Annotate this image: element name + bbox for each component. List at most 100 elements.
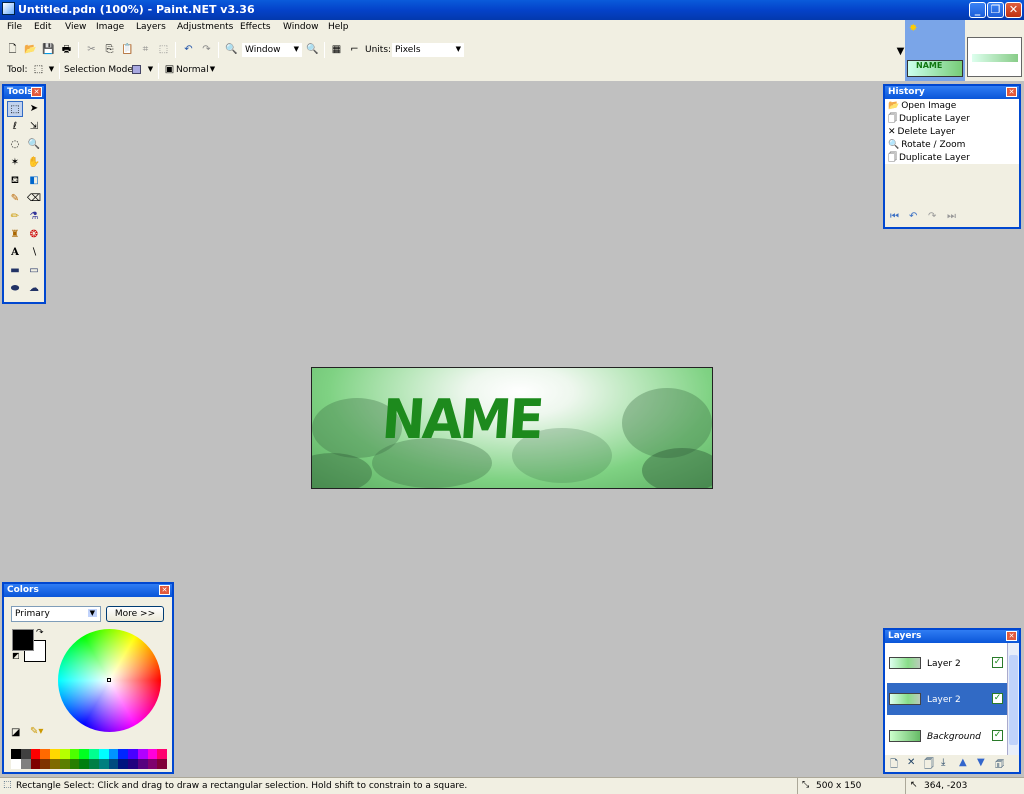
- paste-icon[interactable]: 📋: [120, 42, 135, 57]
- palette-swatch[interactable]: [89, 749, 99, 759]
- layer-visibility-checkbox[interactable]: ✓: [992, 657, 1003, 668]
- chevron-down-icon[interactable]: ▼: [143, 62, 158, 77]
- close-icon[interactable]: ✕: [1006, 87, 1017, 97]
- menu-window[interactable]: Window: [283, 22, 319, 32]
- zoom-out-icon[interactable]: 🔍: [224, 42, 239, 57]
- history-item[interactable]: 🔍 Rotate / Zoom: [885, 138, 1019, 151]
- fast-forward-icon[interactable]: ⏭: [947, 211, 956, 222]
- swap-colors-icon[interactable]: ↷: [36, 628, 44, 638]
- clone-stamp-tool[interactable]: ♜: [7, 227, 23, 243]
- cut-icon[interactable]: ✂: [84, 42, 99, 57]
- menu-view[interactable]: View: [65, 22, 86, 32]
- save-icon[interactable]: 💾: [41, 42, 56, 57]
- move-layer-up-icon[interactable]: ▲: [959, 757, 967, 768]
- menu-adjustments[interactable]: Adjustments: [177, 22, 233, 32]
- paintbrush-tool[interactable]: ✎: [7, 191, 23, 207]
- magic-wand-tool[interactable]: ✶: [7, 155, 23, 171]
- palette-swatch[interactable]: [50, 759, 60, 769]
- minimize-button[interactable]: _: [969, 2, 986, 18]
- gradient-tool[interactable]: ◧: [26, 173, 42, 189]
- palette-swatch[interactable]: [157, 759, 167, 769]
- palette-swatch[interactable]: [59, 749, 70, 759]
- open-icon[interactable]: 📂: [23, 42, 38, 57]
- color-mode-dropdown[interactable]: Primary ▼: [11, 606, 101, 622]
- zoom-in-icon[interactable]: 🔍: [305, 42, 320, 57]
- grid-icon[interactable]: ▦: [329, 42, 344, 57]
- palette-swatch[interactable]: [89, 759, 99, 769]
- ellipse-tool[interactable]: ⬬: [7, 281, 23, 297]
- palette-swatch[interactable]: [59, 759, 70, 769]
- menu-effects[interactable]: Effects: [240, 22, 271, 32]
- scrollbar-thumb[interactable]: [1009, 655, 1018, 745]
- layer-row[interactable]: Layer 2 ✓: [887, 647, 1007, 679]
- palette-swatch[interactable]: [128, 759, 138, 769]
- selection-mode-icon[interactable]: [132, 65, 141, 74]
- palette-swatch[interactable]: [11, 759, 21, 769]
- close-icon[interactable]: ✕: [1006, 631, 1017, 641]
- palette-swatch[interactable]: [50, 749, 60, 759]
- palette-swatch[interactable]: [108, 749, 119, 759]
- close-icon[interactable]: ✕: [159, 585, 170, 595]
- palette-icon[interactable]: ◪: [11, 727, 20, 738]
- history-item[interactable]: 📂 Open Image: [885, 99, 1019, 112]
- menu-help[interactable]: Help: [328, 22, 349, 32]
- palette-swatch[interactable]: [147, 759, 158, 769]
- menu-edit[interactable]: Edit: [34, 22, 51, 32]
- palette-swatch[interactable]: [30, 759, 41, 769]
- undo-icon[interactable]: ↶: [181, 42, 196, 57]
- recolor-tool[interactable]: ❂: [26, 227, 42, 243]
- palette-swatch[interactable]: [137, 759, 148, 769]
- layer-visibility-checkbox[interactable]: ✓: [992, 693, 1003, 704]
- palette-swatch[interactable]: [108, 759, 119, 769]
- palette-swatch[interactable]: [69, 759, 80, 769]
- redo-icon[interactable]: ↷: [199, 42, 214, 57]
- palette-swatch[interactable]: [20, 759, 31, 769]
- palette-swatch[interactable]: [20, 749, 31, 759]
- pencil-tool[interactable]: ✏: [7, 209, 23, 225]
- zoom-tool[interactable]: 🔍: [26, 137, 42, 153]
- move-layer-down-icon[interactable]: ▼: [977, 757, 985, 768]
- color-wheel-cursor[interactable]: [107, 678, 111, 682]
- palette-swatch[interactable]: [137, 749, 148, 759]
- history-item[interactable]: ✕ Delete Layer: [885, 125, 1019, 138]
- delete-layer-icon[interactable]: ✕: [907, 757, 915, 768]
- layer-row[interactable]: Background ✓: [887, 720, 1007, 752]
- palette-swatch[interactable]: [40, 749, 50, 759]
- lasso-tool[interactable]: ℓ: [7, 119, 23, 135]
- palette-swatch[interactable]: [11, 749, 21, 759]
- palette-swatch[interactable]: [79, 759, 89, 769]
- palette-swatch[interactable]: [157, 749, 167, 759]
- zoom-dropdown[interactable]: Window ▼: [241, 42, 303, 58]
- ellipse-select-tool[interactable]: ◌: [7, 137, 23, 153]
- palette-swatch[interactable]: [30, 749, 41, 759]
- eraser-tool[interactable]: ⌫: [26, 191, 42, 207]
- menu-layers[interactable]: Layers: [136, 22, 166, 32]
- freeform-shape-tool[interactable]: ☁: [26, 281, 42, 297]
- rulers-icon[interactable]: ⌐: [347, 42, 362, 57]
- print-icon[interactable]: 🖶: [59, 42, 74, 57]
- image-tab[interactable]: [967, 37, 1022, 77]
- rounded-rectangle-tool[interactable]: ▭: [26, 263, 42, 279]
- palette-swatch[interactable]: [147, 749, 158, 759]
- layer-row-selected[interactable]: Layer 2 ✓: [887, 683, 1007, 715]
- copy-icon[interactable]: ⎘: [102, 42, 117, 57]
- rectangle-select-tool[interactable]: ⬚: [7, 101, 23, 117]
- palette-menu-icon[interactable]: ✎▾: [30, 726, 43, 737]
- image-tab-active[interactable]: ✸ NAME: [905, 20, 965, 81]
- duplicate-layer-icon[interactable]: 🗍: [924, 757, 934, 774]
- chevron-down-icon[interactable]: ▼: [205, 62, 220, 77]
- layer-properties-icon[interactable]: 🗊: [995, 757, 1004, 774]
- palette-swatch[interactable]: [118, 759, 128, 769]
- add-layer-icon[interactable]: 🗋: [890, 757, 898, 774]
- palette-swatch[interactable]: [98, 759, 109, 769]
- palette-swatch[interactable]: [128, 749, 138, 759]
- color-picker-tool[interactable]: ⚗: [26, 209, 42, 225]
- deselect-icon[interactable]: ⬚: [156, 42, 171, 57]
- history-item[interactable]: 🗍 Duplicate Layer: [885, 151, 1019, 164]
- palette-swatch[interactable]: [40, 759, 50, 769]
- restore-button[interactable]: ❐: [987, 2, 1004, 18]
- crop-icon[interactable]: ⌗: [138, 42, 153, 57]
- layer-visibility-checkbox[interactable]: ✓: [992, 730, 1003, 741]
- redo-icon[interactable]: ↷: [928, 211, 936, 222]
- more-colors-button[interactable]: More >>: [106, 606, 164, 622]
